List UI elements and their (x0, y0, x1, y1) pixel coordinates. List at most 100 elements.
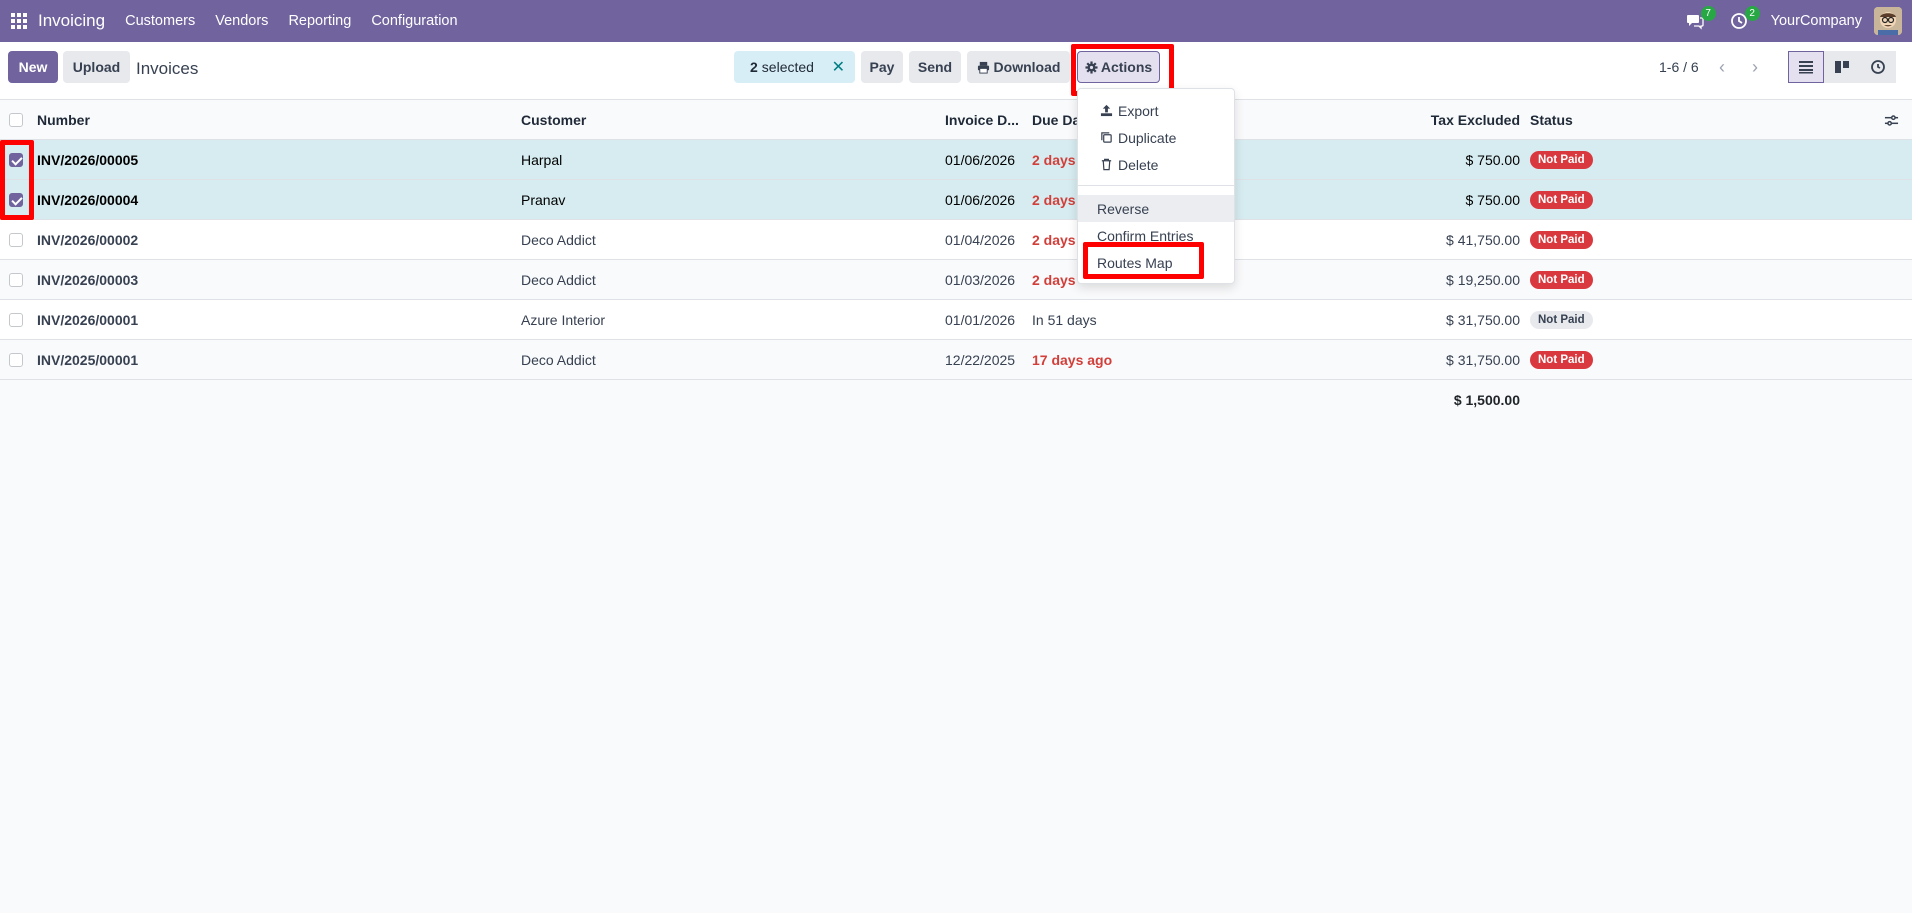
row-checkbox[interactable] (9, 313, 23, 327)
user-avatar[interactable] (1874, 7, 1902, 35)
cell-customer: Deco Addict (521, 232, 596, 248)
company-switcher[interactable]: YourCompany (1771, 13, 1862, 29)
menu-item-export[interactable]: Export (1078, 97, 1234, 124)
pager-previous-icon[interactable]: ‹ (1707, 51, 1737, 83)
cell-invoice-date: 01/06/2026 (945, 152, 1016, 168)
cell-customer: Pranav (521, 192, 566, 208)
cell-number: INV/2026/00002 (37, 232, 139, 248)
activities-count-badge: 2 (1744, 6, 1760, 21)
status-badge: Not Paid (1530, 231, 1593, 249)
cell-number: INV/2025/00001 (37, 352, 139, 368)
header-tax-excluded[interactable]: Tax Excluded (1431, 100, 1520, 140)
duplicate-label: Duplicate (1118, 129, 1177, 146)
table-row[interactable]: INV/2026/00002 Deco Addict 01/04/2026 2 day… (0, 220, 1912, 260)
table-row[interactable]: INV/2026/00004 Pranav 01/06/2026 2 days $ 75… (0, 180, 1912, 220)
clock-icon (1871, 60, 1885, 74)
cell-tax-excluded: $ 31,750.00 (1446, 352, 1520, 368)
status-badge: Not Paid (1530, 351, 1593, 369)
app-brand[interactable]: Invoicing (38, 11, 105, 31)
header-due-date[interactable]: Due Da (1032, 100, 1080, 140)
export-label: Export (1118, 102, 1159, 119)
pager-value[interactable]: 1-6 / 6 (1659, 59, 1699, 75)
menu-item-delete[interactable]: Delete (1078, 151, 1234, 178)
list-icon (1799, 61, 1813, 74)
kanban-icon (1835, 61, 1849, 73)
cell-due-date: 2 days (1032, 152, 1076, 168)
cell-due-date: 17 days ago (1032, 352, 1113, 368)
messages-button[interactable]: 7 (1683, 6, 1716, 33)
menu-divider (1078, 185, 1234, 186)
table-row[interactable]: INV/2025/00001 Deco Addict 12/22/2025 17 da… (0, 340, 1912, 380)
activities-button[interactable]: 2 (1727, 6, 1760, 33)
table-row[interactable]: INV/2026/00001 Azure Interior 01/01/2026 In… (0, 300, 1912, 340)
cell-invoice-date: 01/06/2026 (945, 192, 1016, 208)
send-button[interactable]: Send (909, 51, 961, 83)
control-panel: New Upload Invoices 2 selected ✕ Pay Sen… (0, 42, 1912, 100)
cell-status: Not Paid (1530, 340, 1593, 380)
cell-number: INV/2026/00005 (37, 152, 139, 168)
cell-due-date: 2 days (1032, 232, 1076, 248)
select-all-checkbox[interactable] (9, 113, 23, 127)
cell-status: Not Paid (1530, 300, 1593, 340)
header-invoice-date[interactable]: Invoice D... (945, 100, 1019, 140)
cell-invoice-date: 01/01/2026 (945, 312, 1016, 328)
nav-vendors[interactable]: Vendors (215, 13, 268, 29)
upload-icon (1098, 104, 1114, 117)
kanban-view-button[interactable] (1824, 51, 1860, 83)
status-badge: Not Paid (1530, 151, 1593, 169)
cell-number: INV/2026/00001 (37, 312, 139, 328)
selection-indicator: 2 selected ✕ (734, 51, 855, 83)
cell-tax-excluded: $ 41,750.00 (1446, 232, 1520, 248)
tax-excluded-total: $ 1,500.00 (1453, 392, 1520, 408)
apps-menu-icon[interactable] (0, 0, 38, 42)
header-customer[interactable]: Customer (521, 100, 586, 140)
selected-label: selected (761, 59, 814, 75)
pager-next-icon[interactable]: › (1740, 51, 1770, 83)
header-status[interactable]: Status (1530, 100, 1573, 140)
row-checkbox[interactable] (9, 273, 23, 287)
status-badge: Not Paid (1530, 191, 1593, 209)
row-checkbox[interactable] (9, 353, 23, 367)
page-title: Invoices (136, 59, 199, 78)
cell-due-date: 2 days (1032, 192, 1076, 208)
cell-invoice-date: 01/03/2026 (945, 272, 1016, 288)
cell-tax-excluded: $ 31,750.00 (1446, 312, 1520, 328)
table-row[interactable]: INV/2026/00003 Deco Addict 01/03/2026 2 day… (0, 260, 1912, 300)
unselect-all-icon[interactable]: ✕ (832, 57, 845, 77)
nav-customers[interactable]: Customers (125, 13, 195, 29)
cell-tax-excluded: $ 750.00 (1465, 152, 1521, 168)
checkbox-highlight-box (0, 140, 34, 220)
menu-item-reverse[interactable]: Reverse (1078, 195, 1234, 222)
table-row[interactable]: INV/2026/00005 Harpal 01/06/2026 2 days $ 75… (0, 140, 1912, 180)
optional-columns-icon[interactable] (1884, 100, 1899, 140)
cell-status: Not Paid (1530, 140, 1593, 180)
delete-label: Delete (1118, 156, 1159, 173)
copy-icon (1098, 131, 1114, 144)
nav-configuration[interactable]: Configuration (371, 13, 457, 29)
pay-button[interactable]: Pay (861, 51, 903, 83)
cell-customer: Harpal (521, 152, 563, 168)
cell-tax-excluded: $ 19,250.00 (1446, 272, 1520, 288)
trash-icon (1098, 158, 1114, 171)
header-number[interactable]: Number (37, 100, 90, 140)
cell-status: Not Paid (1530, 260, 1593, 300)
cell-number: INV/2026/00004 (37, 192, 139, 208)
menu-item-duplicate[interactable]: Duplicate (1078, 124, 1234, 151)
activity-view-button[interactable] (1860, 51, 1896, 83)
cell-invoice-date: 01/04/2026 (945, 232, 1016, 248)
list-view-button[interactable] (1788, 51, 1824, 83)
totals-row: $ 1,500.00 (0, 380, 1912, 420)
cell-customer: Azure Interior (521, 312, 606, 328)
download-button[interactable]: Download (967, 51, 1070, 83)
row-checkbox[interactable] (9, 233, 23, 247)
selected-count: 2 (750, 59, 758, 75)
nav-reporting[interactable]: Reporting (288, 13, 351, 29)
cell-status: Not Paid (1530, 180, 1593, 220)
new-button[interactable]: New (8, 51, 58, 83)
cell-due-date: In 51 days (1032, 312, 1097, 328)
cell-due-date: 2 days (1032, 272, 1076, 288)
cell-tax-excluded: $ 750.00 (1465, 192, 1521, 208)
top-navbar: Invoicing Customers Vendors Reporting Co… (0, 0, 1912, 42)
cell-number: INV/2026/00003 (37, 272, 139, 288)
upload-button[interactable]: Upload (63, 51, 130, 83)
